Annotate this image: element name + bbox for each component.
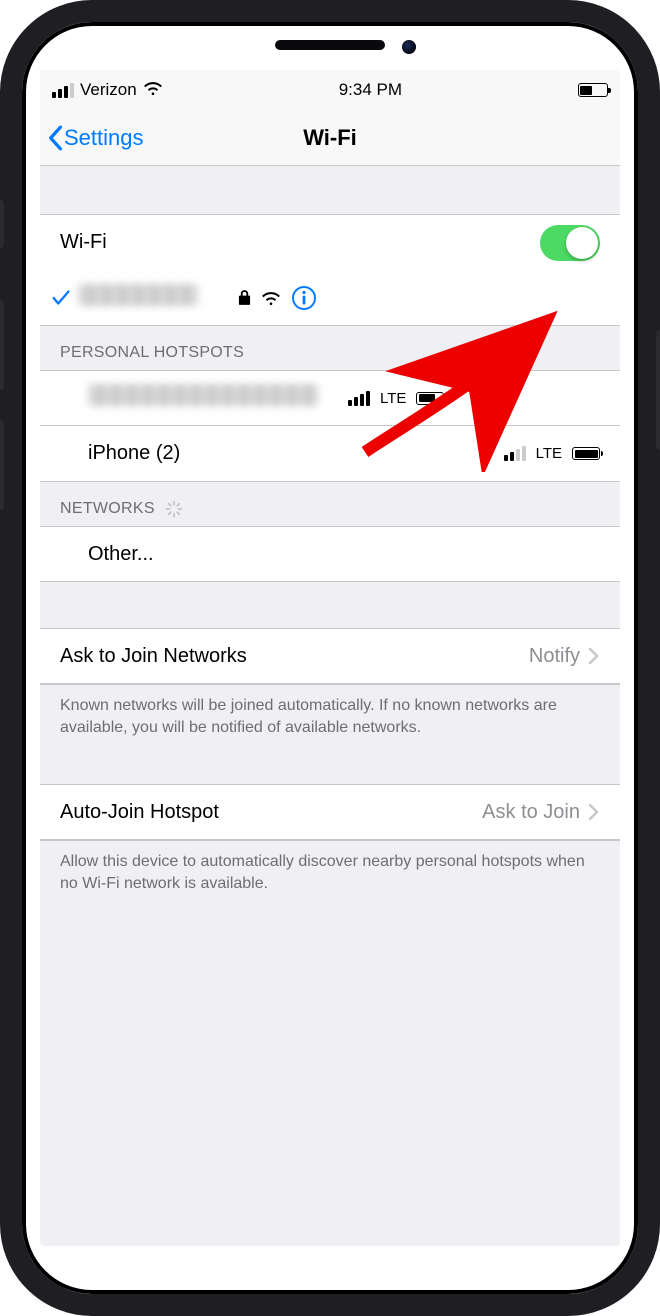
auto-join-hotspot-row[interactable]: Auto-Join Hotspot Ask to Join [40, 784, 620, 840]
other-network-row[interactable]: Other... [40, 526, 620, 582]
battery-icon [578, 83, 608, 97]
cellular-bars-icon [504, 446, 526, 461]
ask-to-join-footer: Known networks will be joined automatica… [40, 684, 620, 754]
ask-to-join-value: Notify [529, 645, 580, 668]
screen: Verizon 9:34 PM Settings Wi-Fi Wi-Fi [40, 70, 620, 1246]
carrier-name: Verizon [80, 80, 137, 100]
spinner-icon [165, 500, 183, 518]
battery-indicator-icon [572, 447, 600, 460]
wifi-toggle-switch[interactable] [540, 225, 600, 261]
ask-to-join-row[interactable]: Ask to Join Networks Notify [40, 628, 620, 684]
status-bar: Verizon 9:34 PM [40, 70, 620, 110]
hotspot-row[interactable]: iPhone (2) LTE [40, 426, 620, 482]
network-tech: LTE [380, 390, 406, 407]
auto-join-hotspot-footer: Allow this device to automatically disco… [40, 840, 620, 910]
other-label: Other... [88, 543, 600, 566]
cellular-bars-icon [348, 391, 370, 406]
section-header-personal-hotspots: PERSONAL HOTSPOTS [40, 326, 620, 370]
back-label: Settings [64, 125, 144, 151]
info-button[interactable] [291, 285, 317, 311]
wifi-icon [143, 80, 163, 101]
wifi-toggle-row: Wi-Fi [40, 214, 620, 270]
connected-network-name [78, 284, 198, 306]
hotspot-name [88, 384, 318, 406]
checkmark-icon [50, 287, 78, 309]
hotspot-row[interactable]: LTE [40, 370, 620, 426]
back-button[interactable]: Settings [46, 125, 144, 151]
battery-indicator-icon [416, 392, 444, 405]
auto-join-hotspot-value: Ask to Join [482, 801, 580, 824]
page-title: Wi-Fi [303, 125, 357, 151]
clock: 9:34 PM [339, 80, 402, 100]
ask-to-join-label: Ask to Join Networks [60, 645, 529, 668]
wifi-signal-icon [261, 290, 281, 306]
section-header-networks: NETWORKS [40, 482, 620, 526]
chevron-right-icon [588, 647, 600, 665]
chevron-right-icon [588, 803, 600, 821]
nav-bar: Settings Wi-Fi [40, 110, 620, 166]
lock-icon [238, 289, 251, 306]
auto-join-hotspot-label: Auto-Join Hotspot [60, 801, 482, 824]
wifi-toggle-label: Wi-Fi [60, 231, 540, 254]
network-tech: LTE [536, 445, 562, 462]
connected-network-row[interactable] [40, 270, 620, 326]
hotspot-name: iPhone (2) [88, 442, 504, 465]
cellular-signal-icon [52, 83, 74, 98]
